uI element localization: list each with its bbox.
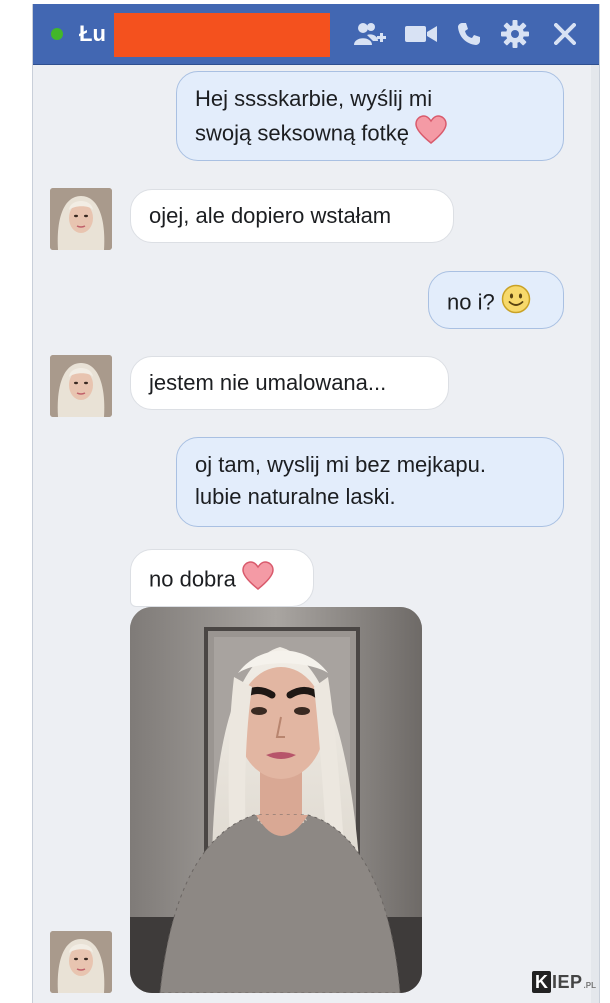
close-icon[interactable] [551,18,579,50]
shared-photo[interactable] [130,607,422,993]
message-text: jestem nie umalowana... [149,370,387,395]
message-line: lubie naturalne laski. [195,484,396,509]
contact-avatar[interactable] [50,355,112,417]
watermark-logo: K IEP .PL [532,971,596,993]
online-status-dot [51,28,63,40]
video-call-icon[interactable] [404,18,438,50]
message-incoming[interactable]: jestem nie umalowana... [130,356,449,410]
heart-emoji-icon [415,115,447,154]
message-outgoing[interactable]: no i? [428,271,564,329]
message-line: Hej sssskarbie, wyślij mi [195,86,433,111]
message-text: ojej, ale dopiero wstałam [149,203,392,228]
settings-gear-icon[interactable] [499,18,531,50]
smiley-emoji-icon [501,284,531,323]
add-people-icon[interactable] [353,18,387,50]
contact-name[interactable]: Łu [79,20,106,48]
chat-header: Łu [33,4,599,65]
watermark-k: K [532,971,552,993]
heart-emoji-icon [242,561,274,600]
page: Łu Hej sssskarbie, wyślij mi swoją sekso… [0,0,610,1003]
phone-icon[interactable] [454,18,484,50]
message-outgoing[interactable]: Hej sssskarbie, wyślij mi swoją seksowną… [176,71,564,161]
watermark-suffix: .PL [583,981,596,990]
message-line: oj tam, wyslij mi bez mejkapu. [195,452,486,477]
message-text: swoją seksowną fotkę [195,120,409,146]
message-incoming[interactable]: no dobra [130,549,314,607]
message-line: swoją seksowną fotkę [195,115,545,154]
contact-avatar[interactable] [50,188,112,250]
redaction-block [114,13,330,57]
message-outgoing[interactable]: oj tam, wyslij mi bez mejkapu. lubie nat… [176,437,564,527]
chat-window: Łu Hej sssskarbie, wyślij mi swoją sekso… [32,4,600,1003]
message-text: no dobra [149,566,236,592]
scrollbar-track[interactable] [591,65,599,1003]
watermark-text: IEP [552,971,583,992]
message-incoming[interactable]: ojej, ale dopiero wstałam [130,189,454,243]
contact-avatar[interactable] [50,931,112,993]
message-text: no i? [447,289,495,315]
